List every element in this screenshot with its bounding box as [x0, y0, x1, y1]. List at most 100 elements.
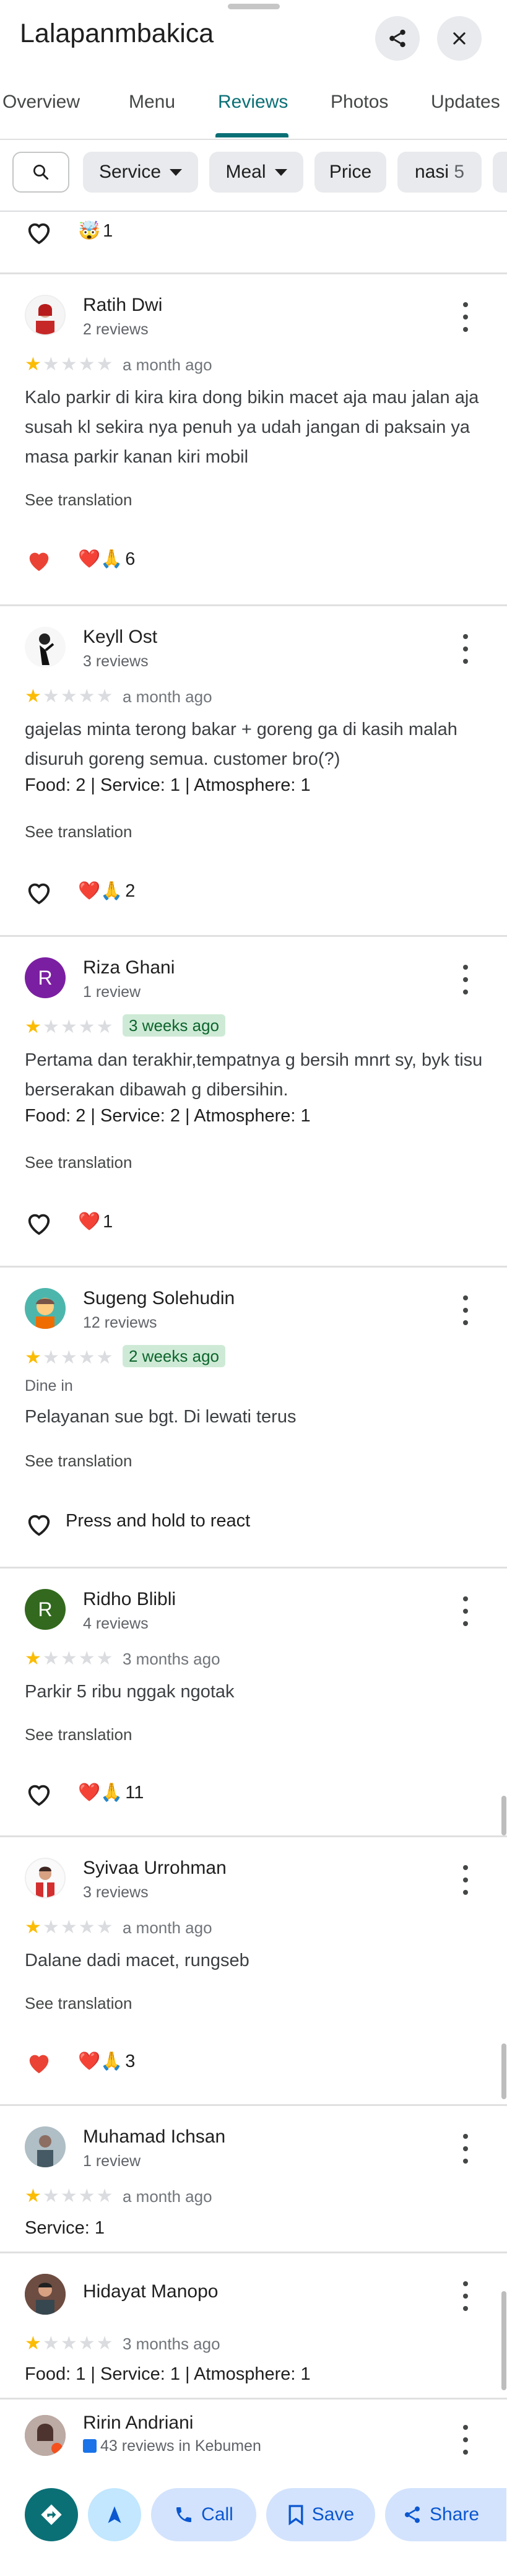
- share-place-button[interactable]: Share: [385, 2488, 506, 2541]
- avatar[interactable]: [25, 2415, 66, 2456]
- review-text[interactable]: Pertama dan terakhir,tempatnya g bersih …: [25, 1045, 483, 1105]
- avatar[interactable]: R: [25, 957, 66, 998]
- service-label: Service:: [100, 1106, 165, 1126]
- filter-chip-price[interactable]: Price: [314, 152, 386, 193]
- reaction-summary[interactable]: ❤️🙏 2: [78, 881, 135, 902]
- like-button[interactable]: [25, 2047, 53, 2078]
- reviewer-name[interactable]: Hidayat Manopo: [83, 2281, 218, 2302]
- filter-chip-nasi[interactable]: nasi 5: [397, 152, 482, 193]
- reviewer-name[interactable]: Syivaa Urrohman: [83, 1858, 227, 1879]
- call-button[interactable]: Call: [151, 2488, 256, 2541]
- review-attributes: Food: 2 | Service: 2 | Atmosphere: 1: [25, 1106, 311, 1126]
- star-icon: ★: [60, 1648, 77, 1669]
- reaction-summary[interactable]: ❤️🙏 6: [78, 549, 135, 570]
- like-button[interactable]: [25, 217, 53, 248]
- more-options-button[interactable]: [458, 965, 473, 994]
- service-label: Service:: [100, 2364, 165, 2384]
- see-translation-link[interactable]: See translation: [25, 1725, 132, 1744]
- bookmark-icon: [288, 2505, 303, 2525]
- avatar[interactable]: [25, 2126, 66, 2167]
- scrollbar-thumb[interactable]: [501, 2043, 506, 2099]
- close-button[interactable]: [437, 16, 482, 61]
- tab-menu[interactable]: Menu: [129, 92, 175, 113]
- tab-overview[interactable]: Overview: [2, 92, 80, 113]
- drag-handle[interactable]: [228, 4, 280, 9]
- review-text[interactable]: gajelas minta terong bakar + goreng ga d…: [25, 715, 483, 774]
- reviewer-name[interactable]: Ririn Andriani: [83, 2413, 193, 2434]
- press-hold-hint: Press and hold to react: [66, 1511, 251, 1531]
- reviewer-name[interactable]: Keyll Ost: [83, 627, 157, 648]
- reviewer-name[interactable]: Ridho Blibli: [83, 1589, 176, 1610]
- like-button[interactable]: [25, 1208, 53, 1238]
- like-button[interactable]: [25, 1508, 53, 1539]
- reaction-summary[interactable]: ❤️ 1: [78, 1211, 113, 1232]
- reviewer-meta: 1 review: [83, 983, 141, 1001]
- search-reviews-button[interactable]: [12, 152, 69, 193]
- avatar[interactable]: [25, 1288, 66, 1329]
- avatar[interactable]: [25, 295, 66, 336]
- avatar[interactable]: [25, 1858, 66, 1899]
- directions-button[interactable]: [25, 2488, 78, 2541]
- review-text[interactable]: Parkir 5 ribu nggak ngotak: [25, 1677, 483, 1707]
- chip-label: nasi: [414, 162, 449, 182]
- see-translation-link[interactable]: See translation: [25, 822, 132, 842]
- review-attributes: Food: 2 | Service: 1 | Atmosphere: 1: [25, 775, 311, 795]
- see-translation-link[interactable]: See translation: [25, 1153, 132, 1172]
- like-button[interactable]: [25, 545, 53, 576]
- review-text[interactable]: Dalane dadi macet, rungseb: [25, 1946, 483, 1975]
- star-icon: ★: [78, 1347, 95, 1368]
- reaction-summary[interactable]: ❤️🙏 3: [78, 2051, 135, 2072]
- reaction-summary[interactable]: ❤️🙏 11: [78, 1782, 144, 1803]
- star-icon: ★: [60, 2333, 77, 2354]
- scrollbar-thumb[interactable]: [501, 1796, 506, 1835]
- star-icon: ★: [42, 1917, 59, 1938]
- tab-updates[interactable]: Updates: [431, 92, 500, 113]
- filter-chip-meal[interactable]: Meal: [209, 152, 303, 193]
- scrollbar-thumb[interactable]: [501, 2291, 506, 2390]
- review-divider: [0, 604, 507, 606]
- reaction-summary[interactable]: 🤯 1: [78, 220, 113, 242]
- directions-icon: [41, 2504, 62, 2525]
- more-options-button[interactable]: [458, 2134, 473, 2164]
- more-options-button[interactable]: [458, 1596, 473, 1626]
- reviewer-meta: 3 reviews: [83, 653, 149, 670]
- see-translation-link[interactable]: See translation: [25, 1451, 132, 1471]
- review-divider: [0, 2398, 507, 2400]
- review-text[interactable]: Kalo parkir di kira kira dong bikin mace…: [25, 383, 483, 472]
- more-options-button[interactable]: [458, 634, 473, 664]
- more-options-button[interactable]: [458, 2281, 473, 2311]
- more-options-button[interactable]: [458, 1865, 473, 1895]
- star-icon: ★: [25, 1347, 41, 1368]
- close-icon: [453, 32, 466, 45]
- see-translation-link[interactable]: See translation: [25, 1994, 132, 2013]
- start-navigation-button[interactable]: [88, 2488, 141, 2541]
- share-label: Share: [430, 2504, 480, 2525]
- filter-chip-service[interactable]: Service: [83, 152, 198, 193]
- save-button[interactable]: Save: [266, 2488, 375, 2541]
- atmosphere-label: Atmosphere:: [194, 2364, 296, 2384]
- reviewer-name[interactable]: Ratih Dwi: [83, 295, 162, 316]
- more-options-button[interactable]: [458, 1295, 473, 1325]
- filter-chip-next[interactable]: [493, 152, 507, 193]
- tab-photos[interactable]: Photos: [331, 92, 388, 113]
- avatar[interactable]: [25, 2274, 66, 2315]
- reviewer-name[interactable]: Sugeng Solehudin: [83, 1288, 235, 1309]
- atmosphere-label: Atmosphere:: [194, 1106, 296, 1126]
- reviewer-name[interactable]: Muhamad Ichsan: [83, 2126, 225, 2147]
- local-guide-icon: [83, 2439, 97, 2453]
- star-icon: ★: [96, 2333, 113, 2354]
- review-text[interactable]: Pelayanan sue bgt. Di lewati terus: [25, 1402, 483, 1432]
- reaction-emoji: ❤️🙏: [78, 881, 123, 901]
- like-button[interactable]: [25, 1778, 53, 1809]
- more-options-button[interactable]: [458, 302, 473, 332]
- reviewer-name[interactable]: Riza Ghani: [83, 957, 175, 978]
- like-button[interactable]: [25, 877, 53, 908]
- avatar[interactable]: R: [25, 1589, 66, 1630]
- reaction-emoji: ❤️🙏: [78, 549, 123, 569]
- see-translation-link[interactable]: See translation: [25, 490, 132, 510]
- tab-reviews[interactable]: Reviews: [218, 92, 288, 113]
- share-button[interactable]: [375, 16, 420, 61]
- star-icon: ★: [42, 2333, 59, 2354]
- avatar[interactable]: [25, 627, 66, 668]
- more-options-button[interactable]: [458, 2425, 473, 2455]
